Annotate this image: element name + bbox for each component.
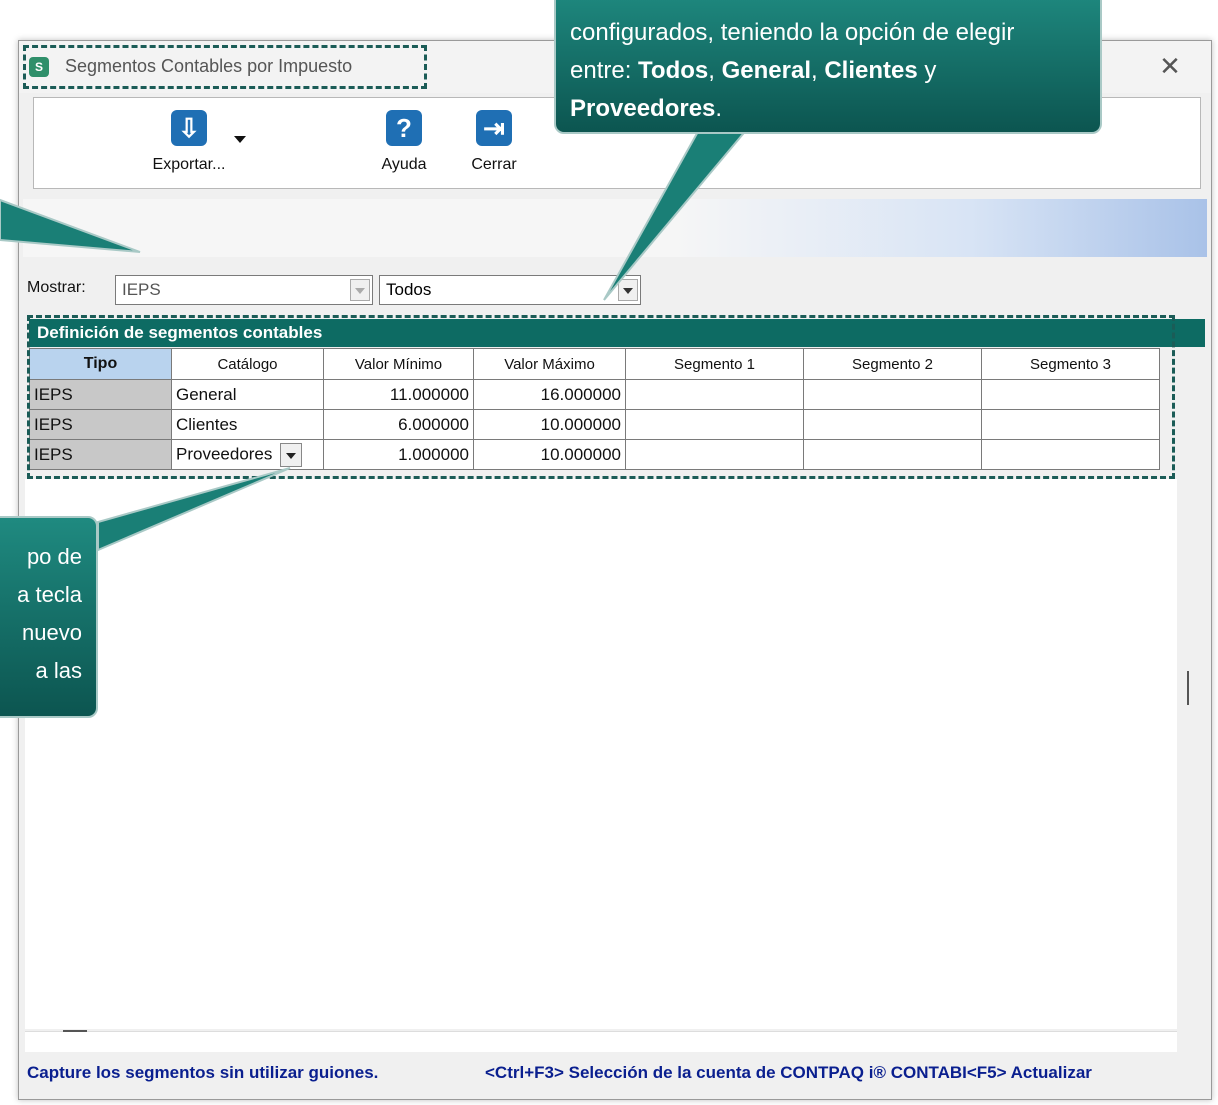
callout-conj: y <box>924 57 937 84</box>
callout-top-line3: Proveedores. <box>570 90 1090 128</box>
callout-left-line: po de <box>26 544 82 569</box>
callout-pointers <box>0 127 751 552</box>
callout-left-line: nuevo <box>22 620 82 645</box>
callout-end: . <box>715 95 723 122</box>
top-callout-pointer <box>603 127 751 301</box>
callout-top-prefix: entre: <box>570 57 632 84</box>
callout-top-line1: configurados, teniendo la opción de eleg… <box>570 19 1015 46</box>
left-callout-pointer <box>97 467 291 552</box>
callout-opt-todos: Todos <box>638 57 709 84</box>
callout-opt-clientes: Clientes <box>824 57 918 84</box>
top-callout: configurados, teniendo la opción de eleg… <box>554 0 1102 134</box>
callout-left-line: a las <box>35 658 82 683</box>
left-callout: po de a tecla nuevo a las <box>0 516 98 718</box>
callout-opt-general: General <box>721 57 811 84</box>
callout-opt-proveedores: Proveedores <box>570 95 716 122</box>
callout-top-line2: entre: Todos, General, Clientes y <box>570 57 937 84</box>
upper-left-callout-pointer <box>0 198 141 253</box>
callout-left-line: a tecla <box>17 582 82 607</box>
